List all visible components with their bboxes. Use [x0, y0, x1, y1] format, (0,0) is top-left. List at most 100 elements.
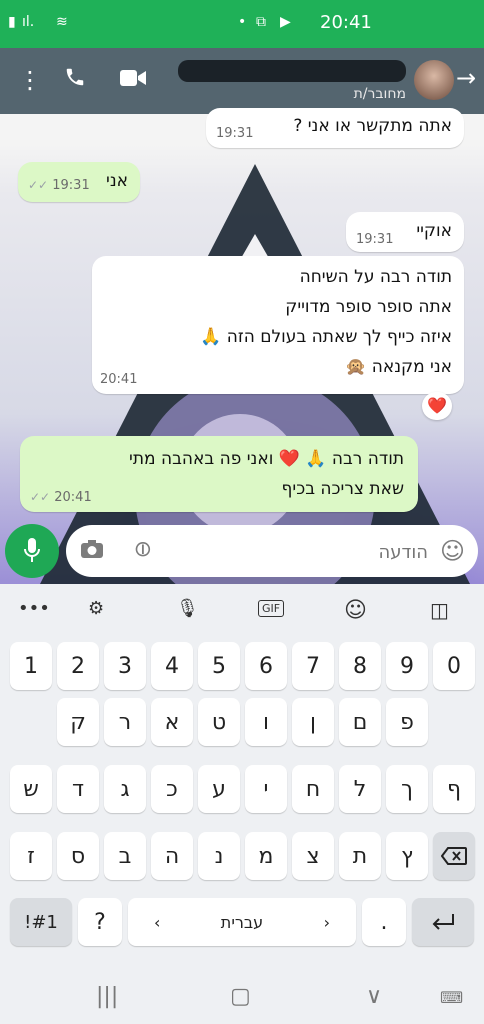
- message-line: שאת צריכה בכיף: [281, 479, 404, 499]
- key[interactable]: 2: [57, 642, 99, 690]
- key[interactable]: ך: [386, 765, 428, 813]
- message-line: אתה סופר סופר מדוייק: [285, 297, 452, 317]
- key[interactable]: פ: [386, 698, 428, 746]
- message-bubble-incoming[interactable]: אתה מתקשר או אני ? 19:31: [206, 108, 464, 148]
- key[interactable]: ש: [10, 765, 52, 813]
- key[interactable]: ל: [339, 765, 381, 813]
- key[interactable]: נ: [198, 832, 240, 880]
- microphone-icon: [24, 538, 40, 562]
- symbols-key[interactable]: !#1: [10, 898, 72, 946]
- cursor-right-icon: ›: [323, 912, 330, 932]
- key[interactable]: ץ: [386, 832, 428, 880]
- backspace-icon: [441, 847, 467, 865]
- key[interactable]: ת: [339, 832, 381, 880]
- back-chevron-icon[interactable]: ∨: [366, 984, 382, 1009]
- emoji-icon[interactable]: ☺: [440, 537, 465, 565]
- home-icon[interactable]: ▢: [230, 984, 251, 1009]
- notification-dot-icon: •: [238, 14, 247, 30]
- key[interactable]: 1: [10, 642, 52, 690]
- voice-record-button[interactable]: [5, 524, 59, 578]
- period-key[interactable]: .: [362, 898, 406, 946]
- wifi-icon: ≋: [56, 14, 68, 30]
- space-bar[interactable]: ‹ עברית ›: [128, 898, 356, 946]
- enter-key[interactable]: [412, 898, 474, 946]
- key[interactable]: ה: [151, 832, 193, 880]
- key[interactable]: 3: [104, 642, 146, 690]
- avatar[interactable]: [414, 60, 454, 100]
- key[interactable]: ג: [104, 765, 146, 813]
- key[interactable]: ח: [292, 765, 334, 813]
- message-time: 19:31: [356, 232, 394, 247]
- key[interactable]: מ: [245, 832, 287, 880]
- status-time: 20:41: [320, 12, 372, 33]
- message-bubble-outgoing[interactable]: אני ✓✓ 19:31: [18, 162, 140, 202]
- key[interactable]: 9: [386, 642, 428, 690]
- message-line: איזה כייף לך שאתה בעולם הזה 🙏: [200, 327, 452, 347]
- key[interactable]: כ: [151, 765, 193, 813]
- emoji-keyboard-icon[interactable]: ☺: [344, 598, 367, 623]
- message-line: תודה רבה 🙏 ❤️ ואני פה באהבה מתי: [129, 449, 404, 469]
- sticker-icon[interactable]: ◫: [430, 598, 449, 622]
- cursor-left-icon: ‹: [154, 912, 161, 932]
- question-key[interactable]: ?: [78, 898, 122, 946]
- key[interactable]: ק: [57, 698, 99, 746]
- message-bubble-incoming[interactable]: אוקיי 19:31: [346, 212, 464, 252]
- message-bubble-incoming[interactable]: תודה רבה על השיחה אתה סופר סופר מדוייק א…: [92, 256, 464, 394]
- camera-icon[interactable]: [80, 539, 104, 564]
- attach-icon[interactable]: ⊘: [128, 534, 159, 565]
- message-time: 19:31: [216, 126, 254, 141]
- key[interactable]: 8: [339, 642, 381, 690]
- backspace-key[interactable]: [433, 832, 475, 880]
- gif-button[interactable]: GIF: [258, 600, 285, 617]
- contact-status: מחובר/ת: [353, 86, 406, 102]
- contact-name-redacted[interactable]: [178, 60, 406, 82]
- key[interactable]: ר: [104, 698, 146, 746]
- key[interactable]: ט: [198, 698, 240, 746]
- key[interactable]: ז: [10, 832, 52, 880]
- keyboard-hide-icon[interactable]: ⌨: [440, 988, 463, 1007]
- key[interactable]: ף: [433, 765, 475, 813]
- key[interactable]: 0: [433, 642, 475, 690]
- message-line: תודה רבה על השיחה: [299, 267, 452, 287]
- key[interactable]: ב: [104, 832, 146, 880]
- message-time: 19:31: [52, 178, 90, 193]
- key[interactable]: 4: [151, 642, 193, 690]
- message-time: 20:41: [100, 372, 138, 387]
- recent-apps-icon[interactable]: |||: [96, 984, 118, 1009]
- key[interactable]: 7: [292, 642, 334, 690]
- key[interactable]: ע: [198, 765, 240, 813]
- chat-header: ⋮ מחובר/ת →: [0, 48, 484, 114]
- key[interactable]: ן: [292, 698, 334, 746]
- key[interactable]: ד: [57, 765, 99, 813]
- double-check-icon: ✓✓: [30, 490, 51, 504]
- signal-icon: ıl.: [22, 14, 35, 30]
- battery-icon: ▮: [8, 14, 16, 30]
- message-composer[interactable]: ⊘ ☺: [66, 525, 478, 577]
- key[interactable]: א: [151, 698, 193, 746]
- back-arrow-icon[interactable]: →: [456, 64, 476, 92]
- enter-icon: [432, 914, 454, 930]
- voice-call-icon[interactable]: [64, 66, 86, 94]
- message-text: אתה מתקשר או אני ?: [293, 116, 452, 136]
- message-line: אני מקנאה 🙊: [345, 357, 452, 377]
- double-check-icon: ✓✓: [28, 178, 49, 192]
- video-call-icon[interactable]: [120, 68, 146, 94]
- key[interactable]: ס: [57, 832, 99, 880]
- voice-input-icon[interactable]: 🎙: [176, 598, 199, 619]
- key[interactable]: ו: [245, 698, 287, 746]
- settings-icon[interactable]: ⚙: [88, 598, 104, 619]
- language-label: עברית: [220, 912, 264, 932]
- key[interactable]: 5: [198, 642, 240, 690]
- key[interactable]: 6: [245, 642, 287, 690]
- toolbar-more[interactable]: •••: [18, 598, 50, 619]
- more-options-icon[interactable]: ⋮: [18, 66, 42, 94]
- message-input[interactable]: [176, 535, 430, 569]
- key[interactable]: י: [245, 765, 287, 813]
- youtube-icon: ▶: [280, 14, 291, 30]
- key[interactable]: צ: [292, 832, 334, 880]
- message-time: 20:41: [54, 490, 92, 505]
- message-bubble-outgoing[interactable]: תודה רבה 🙏 ❤️ ואני פה באהבה מתי שאת צריכ…: [20, 436, 418, 512]
- key[interactable]: ם: [339, 698, 381, 746]
- reaction-heart[interactable]: ❤️: [422, 392, 452, 420]
- message-text: אוקיי: [416, 221, 452, 241]
